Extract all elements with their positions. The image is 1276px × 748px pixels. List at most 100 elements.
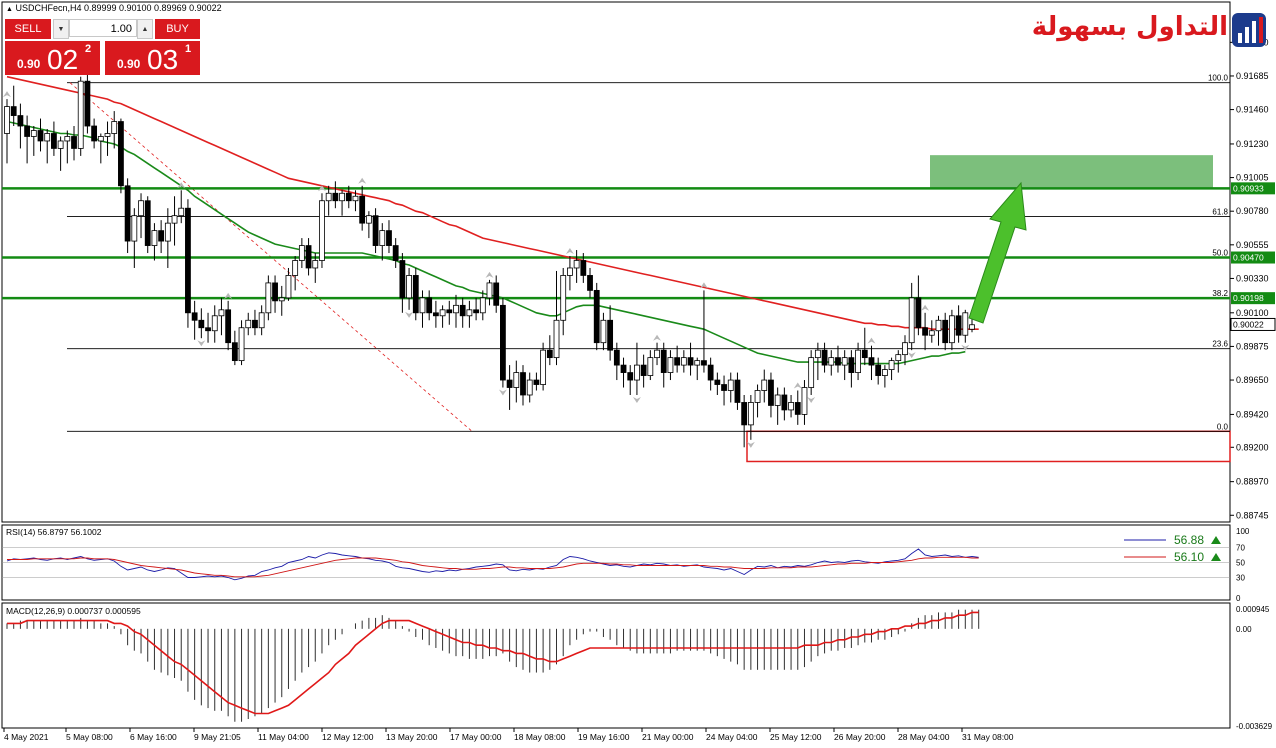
- price-axis-label: 0.89200: [1236, 442, 1269, 452]
- bullish-candle: [138, 200, 144, 217]
- bullish-candle: [928, 330, 935, 336]
- fractal-down-marker: [498, 389, 507, 396]
- fractal-up-marker: [921, 304, 930, 311]
- bearish-candle: [432, 312, 439, 317]
- bullish-candle: [4, 106, 10, 134]
- bullish-candle: [298, 245, 305, 261]
- lot-size-input[interactable]: 1.00: [69, 19, 137, 37]
- bearish-candle: [593, 289, 600, 344]
- lot-increase-arrow-icon[interactable]: ▲: [137, 19, 153, 39]
- lot-decrease-arrow-icon[interactable]: ▼: [53, 19, 69, 39]
- bullish-candle: [419, 297, 426, 314]
- bullish-candle: [218, 309, 225, 317]
- brand-logo-icon: [1232, 13, 1266, 47]
- bearish-candle: [506, 379, 513, 388]
- bullish-candle: [319, 200, 325, 261]
- fractal-up-marker: [793, 382, 802, 389]
- buy-price-pips: 03: [147, 44, 179, 75]
- fractal-up-marker: [653, 334, 662, 341]
- bullish-candle: [935, 319, 942, 332]
- rsi-signal-line: [7, 556, 979, 578]
- bullish-candle: [902, 342, 908, 356]
- collapse-triangle-icon[interactable]: ▲: [6, 6, 13, 13]
- bullish-candle: [694, 360, 701, 366]
- time-axis-label: 12 May 12:00: [322, 732, 374, 742]
- buy-button[interactable]: BUY: [155, 19, 200, 39]
- time-axis-label: 17 May 00:00: [450, 732, 502, 742]
- price-axis-label: 0.91460: [1236, 105, 1269, 115]
- bearish-candle: [412, 275, 419, 314]
- price-axis-label: 0.89650: [1236, 375, 1269, 385]
- buy-price-box[interactable]: 0.90 03 1: [105, 41, 200, 75]
- bullish-candle: [881, 369, 888, 376]
- current-price-tag-label: 0.90022: [1233, 319, 1264, 329]
- bearish-candle: [71, 136, 77, 149]
- macd-signal-line: [7, 611, 979, 715]
- bullish-candle: [339, 192, 345, 202]
- bearish-candle: [861, 349, 868, 359]
- fractal-down-marker: [197, 340, 206, 347]
- bearish-candle: [185, 207, 191, 314]
- price-axis-label: 0.91685: [1236, 71, 1269, 81]
- bearish-candle: [205, 327, 211, 332]
- bullish-candle: [111, 121, 118, 134]
- bullish-candle: [439, 309, 446, 317]
- bearish-candle: [459, 304, 466, 317]
- bullish-candle: [30, 130, 37, 137]
- buy-price-prefix: 0.90: [117, 57, 141, 71]
- fibonacci-level-label: 100.0: [1208, 74, 1229, 83]
- bullish-candle: [513, 372, 520, 388]
- fibonacci-level-label: 23.6: [1212, 340, 1228, 349]
- bullish-candle: [131, 215, 138, 242]
- brand-logo-text: التداول بسهولة: [1031, 12, 1228, 42]
- bullish-candle: [962, 312, 969, 336]
- fibonacci-level-label: 38.2: [1212, 289, 1228, 298]
- bullish-candle: [969, 324, 975, 330]
- rsi-axis-label: 30: [1236, 574, 1245, 583]
- bearish-candle: [580, 260, 587, 276]
- sell-price-prefix: 0.90: [17, 57, 41, 71]
- fractal-down-marker: [807, 396, 816, 403]
- bullish-candle: [948, 315, 955, 344]
- price-axis-label: 0.91230: [1236, 139, 1269, 149]
- fractal-up-marker: [485, 271, 494, 278]
- bullish-candle: [788, 402, 794, 411]
- level-price-tag-label: 0.90470: [1233, 253, 1264, 263]
- bullish-candle: [44, 133, 51, 142]
- one-click-trading-panel: SELL ▼ 1.00 ▲ BUY 0.90 02 2 0.90 03 1: [5, 19, 200, 75]
- bullish-candle: [64, 136, 71, 142]
- time-axis-label: 21 May 00:00: [642, 732, 694, 742]
- bearish-candle: [473, 309, 479, 314]
- chart-canvas[interactable]: 0.919100.916850.914600.912300.910050.907…: [0, 0, 1276, 748]
- time-axis-label: 11 May 04:00: [258, 732, 309, 742]
- bullish-candle: [211, 315, 218, 332]
- bearish-candle: [714, 379, 721, 385]
- fibonacci-level-label: 50.0: [1212, 249, 1228, 258]
- sell-button[interactable]: SELL: [5, 19, 51, 39]
- bullish-candle: [466, 309, 473, 317]
- bullish-candle: [761, 379, 768, 391]
- bullish-candle: [754, 390, 761, 403]
- bearish-candle: [520, 372, 526, 396]
- bullish-candle: [151, 230, 158, 246]
- bearish-candle: [272, 282, 278, 302]
- bearish-candle: [848, 357, 855, 373]
- rsi-legend-value: 56.10: [1174, 550, 1204, 564]
- bearish-candle: [17, 115, 24, 127]
- bearish-candle: [345, 192, 352, 202]
- price-axis-label: 0.91005: [1236, 173, 1269, 183]
- bearish-candle: [868, 357, 875, 366]
- bullish-candle: [567, 267, 573, 276]
- bearish-candle: [91, 125, 98, 142]
- bearish-candle: [687, 357, 694, 366]
- bullish-candle: [292, 260, 299, 276]
- rsi-title: RSI(14) 56.8797 56.1002: [6, 527, 102, 537]
- symbol-label: USDCHFecn,H4: [15, 3, 82, 13]
- sell-price-pips: 02: [47, 44, 79, 75]
- sell-price-box[interactable]: 0.90 02 2: [5, 41, 100, 75]
- rsi-up-triangle-icon: [1211, 553, 1221, 561]
- bullish-candle: [97, 136, 104, 142]
- bullish-candle: [245, 319, 252, 329]
- time-axis-label: 6 May 16:00: [130, 732, 177, 742]
- rsi-axis-label: 100: [1236, 527, 1250, 536]
